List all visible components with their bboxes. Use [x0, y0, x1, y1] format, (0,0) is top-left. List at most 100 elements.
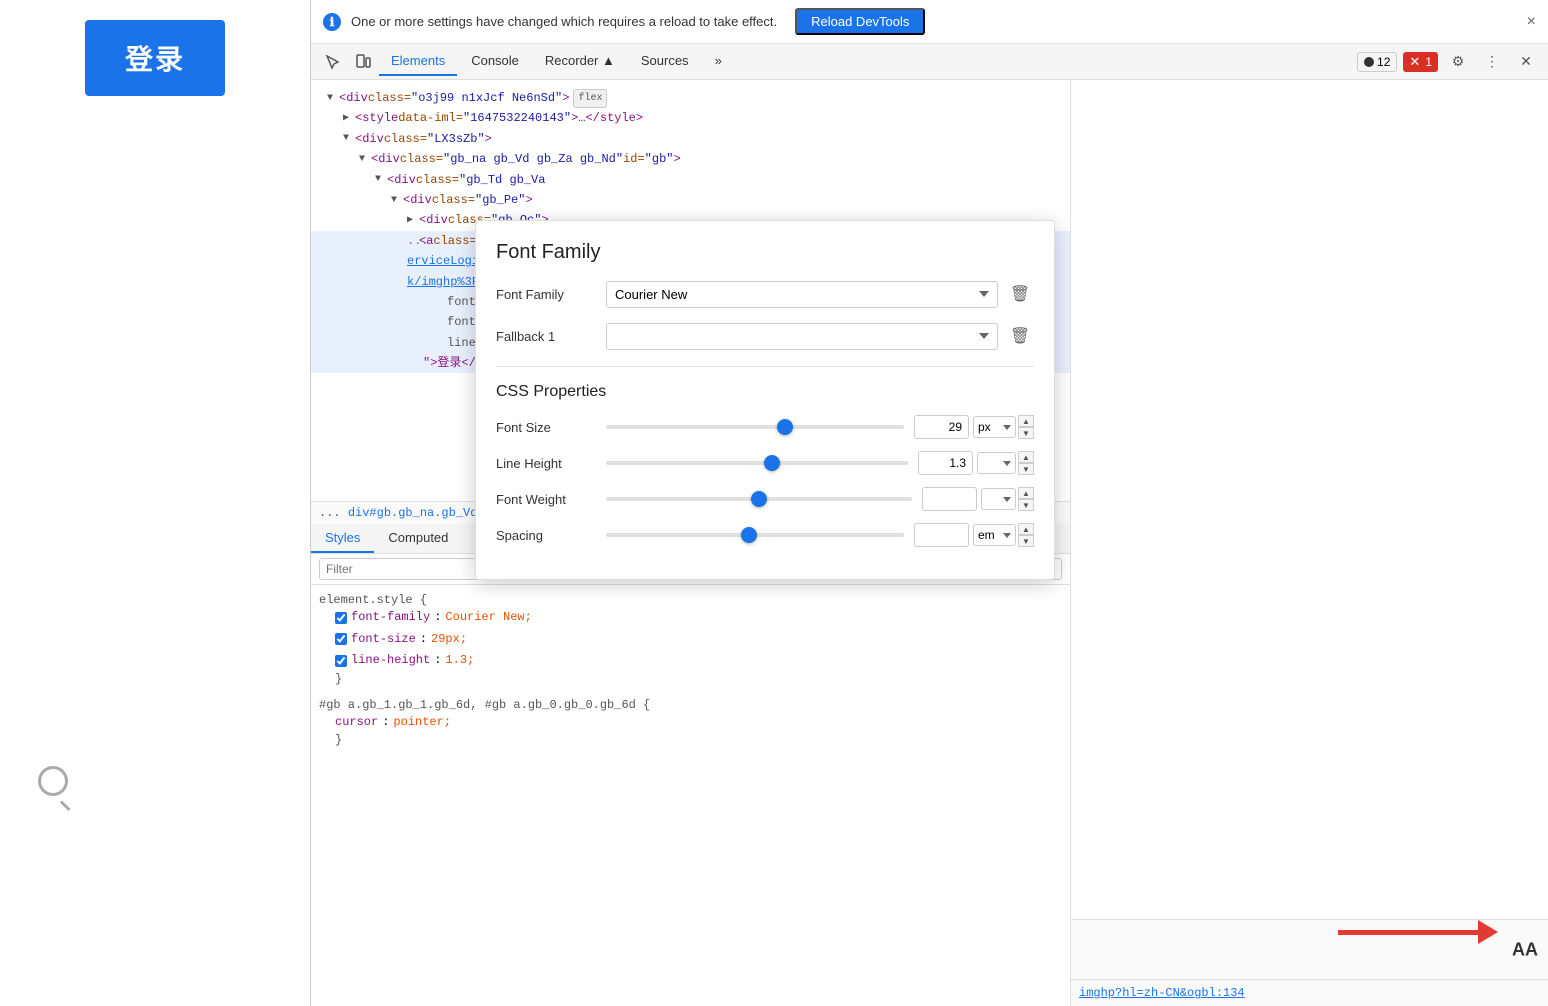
line-height-down-button[interactable]: ▼ [1018, 463, 1034, 475]
console-tab[interactable]: Console [459, 47, 531, 76]
font-family-popup: Font Family Font Family Courier New Aria… [475, 220, 1055, 580]
line-height-unit-select[interactable]: px em [977, 452, 1016, 474]
font-size-checkbox[interactable] [335, 633, 347, 645]
font-size-up-button[interactable]: ▲ [1018, 415, 1034, 427]
close-devtools-icon[interactable]: ✕ [1512, 48, 1540, 76]
more-options-icon[interactable]: ⋮ [1478, 48, 1506, 76]
styles-block: font-family : Courier New; font-size : 2… [319, 607, 1062, 686]
more-tabs-button[interactable]: » [703, 47, 734, 76]
recorder-tab[interactable]: Recorder ▲ [533, 47, 627, 76]
popup-divider [496, 366, 1034, 367]
line-height-up-button[interactable]: ▲ [1018, 451, 1034, 463]
font-weight-thumb[interactable] [751, 491, 767, 507]
font-weight-unit: px ▲ ▼ [981, 487, 1034, 511]
line-height-slider[interactable] [606, 461, 908, 465]
line-height-unit: px em ▲ ▼ [977, 451, 1034, 475]
breadcrumb-text: ... [319, 506, 341, 520]
prop-value: 1.3; [445, 650, 474, 672]
elements-tab[interactable]: Elements [379, 47, 457, 76]
font-weight-slider[interactable] [606, 497, 912, 501]
spacing-up-button[interactable]: ▲ [1018, 523, 1034, 535]
font-weight-row: Font Weight px ▲ ▼ [496, 487, 1034, 511]
triangle-icon[interactable]: ▶ [343, 110, 355, 127]
status-arrow [1338, 920, 1498, 944]
font-family-row: Font Family Courier New Arial Georgia Ti… [496, 280, 1034, 308]
fallback1-select[interactable]: Arial sans-serif [606, 323, 998, 350]
reload-devtools-button[interactable]: Reload DevTools [795, 8, 925, 35]
second-css-rule: #gb a.gb_1.gb_1.gb_6d, #gb a.gb_0.gb_0.g… [319, 698, 1062, 748]
spacing-slider[interactable] [606, 533, 904, 537]
prop-value: 29px; [431, 629, 467, 651]
status-link[interactable]: imghp?hl=zh-CN&ogbl:134 [1079, 986, 1245, 1000]
font-weight-input[interactable] [922, 487, 977, 511]
styles-tab[interactable]: Styles [311, 524, 374, 553]
tree-line[interactable]: ▼ <div class="gb_na gb_Vd gb_Za gb_Nd" i… [311, 149, 1070, 169]
font-size-thumb[interactable] [777, 419, 793, 435]
webpage-area: 登录 [0, 0, 310, 1006]
prop-name: font-size [351, 629, 416, 651]
error-badge: ✕ 1 [1403, 52, 1438, 72]
triangle-icon[interactable]: ▼ [375, 171, 387, 188]
font-size-input[interactable] [914, 415, 969, 439]
line-height-thumb[interactable] [764, 455, 780, 471]
devtools-toolbar: Elements Console Recorder ▲ Sources » 12… [311, 44, 1548, 80]
styles-selector: #gb a.gb_1.gb_1.gb_6d, #gb a.gb_0.gb_0.g… [319, 698, 1062, 712]
tree-line[interactable]: ▼ <div class="gb_Td gb_Va [311, 170, 1070, 190]
delete-fallback-button[interactable]: 🗑 [1006, 322, 1034, 350]
font-size-unit: px em rem ▲ ▼ [973, 415, 1034, 439]
font-weight-up-button[interactable]: ▲ [1018, 487, 1034, 499]
error-count: 1 [1425, 55, 1432, 69]
triangle-icon[interactable]: ▼ [391, 192, 403, 209]
login-button[interactable]: 登录 [85, 20, 225, 96]
spacing-unit: em px rem ▲ ▼ [973, 523, 1034, 547]
font-weight-down-button[interactable]: ▼ [1018, 499, 1034, 511]
spacing-down-button[interactable]: ▼ [1018, 535, 1034, 547]
line-height-input[interactable] [918, 451, 973, 475]
prop-value: Courier New; [445, 607, 531, 629]
dot-icon [1364, 57, 1374, 67]
font-family-label: Font Family [496, 287, 606, 302]
font-size-label: Font Size [496, 420, 606, 435]
line-height-checkbox[interactable] [335, 655, 347, 667]
font-size-down-button[interactable]: ▼ [1018, 427, 1034, 439]
font-size-slider[interactable] [606, 425, 904, 429]
font-family-checkbox[interactable] [335, 612, 347, 624]
spacing-input[interactable] [914, 523, 969, 547]
inspector-icon[interactable] [319, 48, 347, 76]
tree-line[interactable]: ▼ <div class="o3j99 n1xJcf Ne6nSd"> flex [311, 88, 1070, 108]
tree-line[interactable]: ▼ <div class="gb_Pe"> [311, 190, 1070, 210]
spacing-unit-select[interactable]: em px rem [973, 524, 1016, 546]
styles-close-brace: } [335, 733, 1062, 747]
triangle-icon[interactable]: ▼ [327, 90, 339, 107]
notification-close-button[interactable]: × [1527, 13, 1536, 31]
tree-line[interactable]: ▼ <div class="LX3sZb"> [311, 129, 1070, 149]
computed-tab[interactable]: Computed [374, 524, 462, 553]
element-style-rule: element.style { font-family : Courier Ne… [319, 593, 1062, 686]
settings-icon[interactable]: ⚙ [1444, 48, 1472, 76]
console-count-badge: 12 [1357, 52, 1397, 72]
spacing-label: Spacing [496, 528, 606, 543]
triangle-icon[interactable]: ▶ [407, 212, 419, 229]
font-size-unit-select[interactable]: px em rem [973, 416, 1016, 438]
font-size-row: Font Size px em rem ▲ ▼ [496, 415, 1034, 439]
font-family-select[interactable]: Courier New Arial Georgia Times New Roma… [606, 281, 998, 308]
delete-font-family-button[interactable]: 🗑 [1006, 280, 1034, 308]
fallback1-row: Fallback 1 Arial sans-serif 🗑 [496, 322, 1034, 350]
prop-value: pointer; [393, 712, 451, 734]
fallback1-label: Fallback 1 [496, 329, 606, 344]
spacing-thumb[interactable] [741, 527, 757, 543]
line-height-row: Line Height px em ▲ ▼ [496, 451, 1034, 475]
styles-selector: element.style { [319, 593, 1062, 607]
notification-bar: ℹ One or more settings have changed whic… [311, 0, 1548, 44]
tree-line[interactable]: ▶ <style data-iml="1647532240143">…</sty… [311, 108, 1070, 128]
triangle-icon[interactable]: ▼ [343, 130, 355, 147]
device-toolbar-icon[interactable] [349, 48, 377, 76]
prop-row: font-size : 29px; [335, 629, 1062, 651]
sources-tab[interactable]: Sources [629, 47, 701, 76]
prop-row: font-family : Courier New; [335, 607, 1062, 629]
triangle-icon[interactable]: ▼ [359, 151, 371, 168]
toolbar-right: 12 ✕ 1 ⚙ ⋮ ✕ [1357, 48, 1540, 76]
spacing-row: Spacing em px rem ▲ ▼ [496, 523, 1034, 547]
font-weight-unit-select[interactable]: px [981, 488, 1016, 510]
line-height-label: Line Height [496, 456, 606, 471]
